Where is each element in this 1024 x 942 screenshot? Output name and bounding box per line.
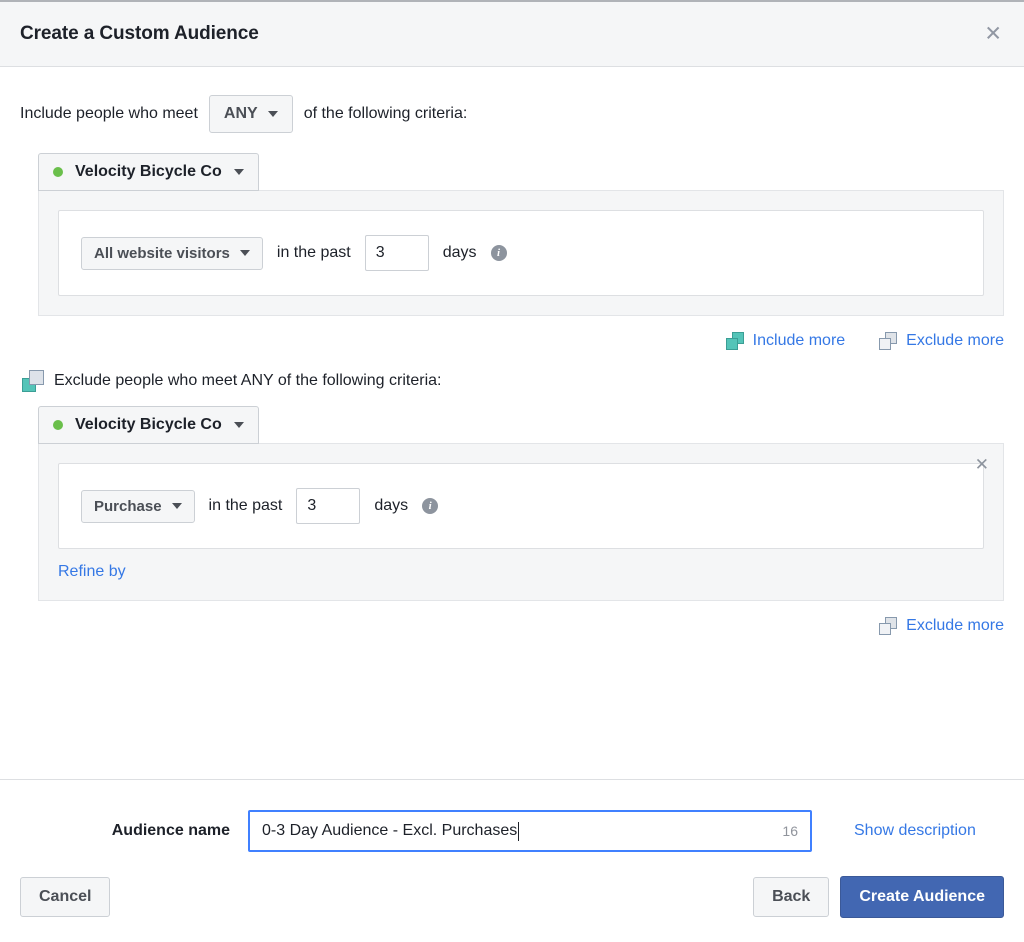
exclude-rule-card: Purchase in the past days i bbox=[58, 463, 984, 549]
character-counter: 16 bbox=[782, 823, 798, 839]
create-audience-button[interactable]: Create Audience bbox=[840, 876, 1004, 918]
remove-exclude-group-icon[interactable]: ✕ bbox=[975, 456, 989, 473]
exclude-source-label: Velocity Bicycle Co bbox=[75, 416, 222, 433]
exclude-squares-icon bbox=[879, 617, 898, 635]
chevron-down-icon bbox=[233, 169, 244, 175]
include-rule-card: All website visitors in the past days i bbox=[58, 210, 984, 296]
exclude-more-link[interactable]: Exclude more bbox=[879, 332, 1004, 350]
match-operator-select[interactable]: ANY bbox=[208, 95, 293, 133]
text-cursor bbox=[518, 821, 520, 841]
include-intro-suffix: of the following criteria: bbox=[303, 105, 468, 122]
include-more-label: Include more bbox=[752, 332, 846, 349]
show-description-link[interactable]: Show description bbox=[854, 822, 976, 840]
include-intro-prefix: Include people who meet bbox=[20, 105, 198, 122]
bottom-exclude-more-label: Exclude more bbox=[906, 617, 1004, 634]
exclude-source-select[interactable]: Velocity Bicycle Co bbox=[38, 406, 259, 444]
exclude-section-header: Exclude people who meet ANY of the follo… bbox=[22, 370, 1004, 392]
refine-by-link[interactable]: Refine by bbox=[58, 563, 126, 581]
exclude-more-label: Exclude more bbox=[906, 332, 1004, 349]
audience-name-value: 0-3 Day Audience - Excl. Purchases bbox=[262, 822, 518, 839]
dialog-body: Include people who meet ANY of the follo… bbox=[0, 67, 1024, 779]
exclude-squares-icon bbox=[879, 332, 898, 350]
exclude-days-unit-label: days bbox=[374, 497, 409, 514]
exclude-event-select[interactable]: Purchase bbox=[81, 489, 195, 523]
dialog-footer: Cancel Back Create Audience bbox=[0, 852, 1024, 942]
audience-name-section: Audience name 0-3 Day Audience - Excl. P… bbox=[0, 779, 1024, 852]
status-dot-icon bbox=[53, 420, 63, 430]
include-intro-row: Include people who meet ANY of the follo… bbox=[20, 67, 1004, 133]
page-title: Create a Custom Audience bbox=[20, 23, 259, 44]
exclude-header-text: Exclude people who meet ANY of the follo… bbox=[54, 372, 442, 389]
bottom-exclude-more-link[interactable]: Exclude more bbox=[879, 617, 1004, 635]
close-icon[interactable]: ✕ bbox=[984, 24, 1002, 45]
include-source-select[interactable]: Velocity Bicycle Co bbox=[38, 153, 259, 191]
exclude-squares-icon bbox=[22, 370, 44, 392]
audience-name-row: Audience name 0-3 Day Audience - Excl. P… bbox=[20, 810, 1004, 852]
exclude-criteria-group: Velocity Bicycle Co ✕ Purchase in the pa… bbox=[38, 406, 1004, 601]
include-source-label: Velocity Bicycle Co bbox=[75, 163, 222, 180]
exclude-panel: ✕ Purchase in the past days i Refine by bbox=[38, 443, 1004, 601]
info-icon[interactable]: i bbox=[422, 498, 439, 514]
footer-right-actions: Back Create Audience bbox=[753, 876, 1004, 918]
exclude-in-the-past-label: in the past bbox=[208, 497, 283, 514]
back-button[interactable]: Back bbox=[753, 877, 830, 917]
include-days-unit-label: days bbox=[442, 244, 477, 261]
include-event-label: All website visitors bbox=[94, 244, 230, 262]
include-in-the-past-label: in the past bbox=[276, 244, 351, 261]
include-days-input[interactable] bbox=[364, 235, 429, 271]
match-operator-value: ANY bbox=[223, 105, 258, 122]
include-rule-row: All website visitors in the past days i bbox=[81, 235, 961, 271]
chevron-down-icon bbox=[233, 422, 244, 428]
audience-name-label: Audience name bbox=[111, 822, 230, 839]
audience-name-input[interactable]: 0-3 Day Audience - Excl. Purchases 16 bbox=[248, 810, 812, 852]
chevron-down-icon bbox=[171, 503, 182, 509]
include-panel: All website visitors in the past days i bbox=[38, 190, 1004, 316]
include-more-links-row: Include more Exclude more bbox=[20, 332, 1004, 350]
create-custom-audience-dialog: Create a Custom Audience ✕ Include peopl… bbox=[0, 0, 1024, 942]
exclude-rule-row: Purchase in the past days i bbox=[81, 488, 961, 524]
dialog-header: Create a Custom Audience ✕ bbox=[0, 0, 1024, 67]
status-dot-icon bbox=[53, 167, 63, 177]
chevron-down-icon bbox=[267, 111, 278, 117]
exclude-event-label: Purchase bbox=[94, 497, 162, 515]
bottom-more-links-row: Exclude more bbox=[20, 617, 1004, 635]
exclude-days-input[interactable] bbox=[296, 488, 361, 524]
info-icon[interactable]: i bbox=[490, 245, 507, 261]
include-criteria-group: Velocity Bicycle Co All website visitors… bbox=[38, 153, 1004, 316]
cancel-button[interactable]: Cancel bbox=[20, 877, 111, 917]
chevron-down-icon bbox=[239, 250, 250, 256]
include-squares-icon bbox=[725, 332, 744, 350]
include-event-select[interactable]: All website visitors bbox=[81, 236, 263, 270]
include-more-link[interactable]: Include more bbox=[725, 332, 846, 350]
